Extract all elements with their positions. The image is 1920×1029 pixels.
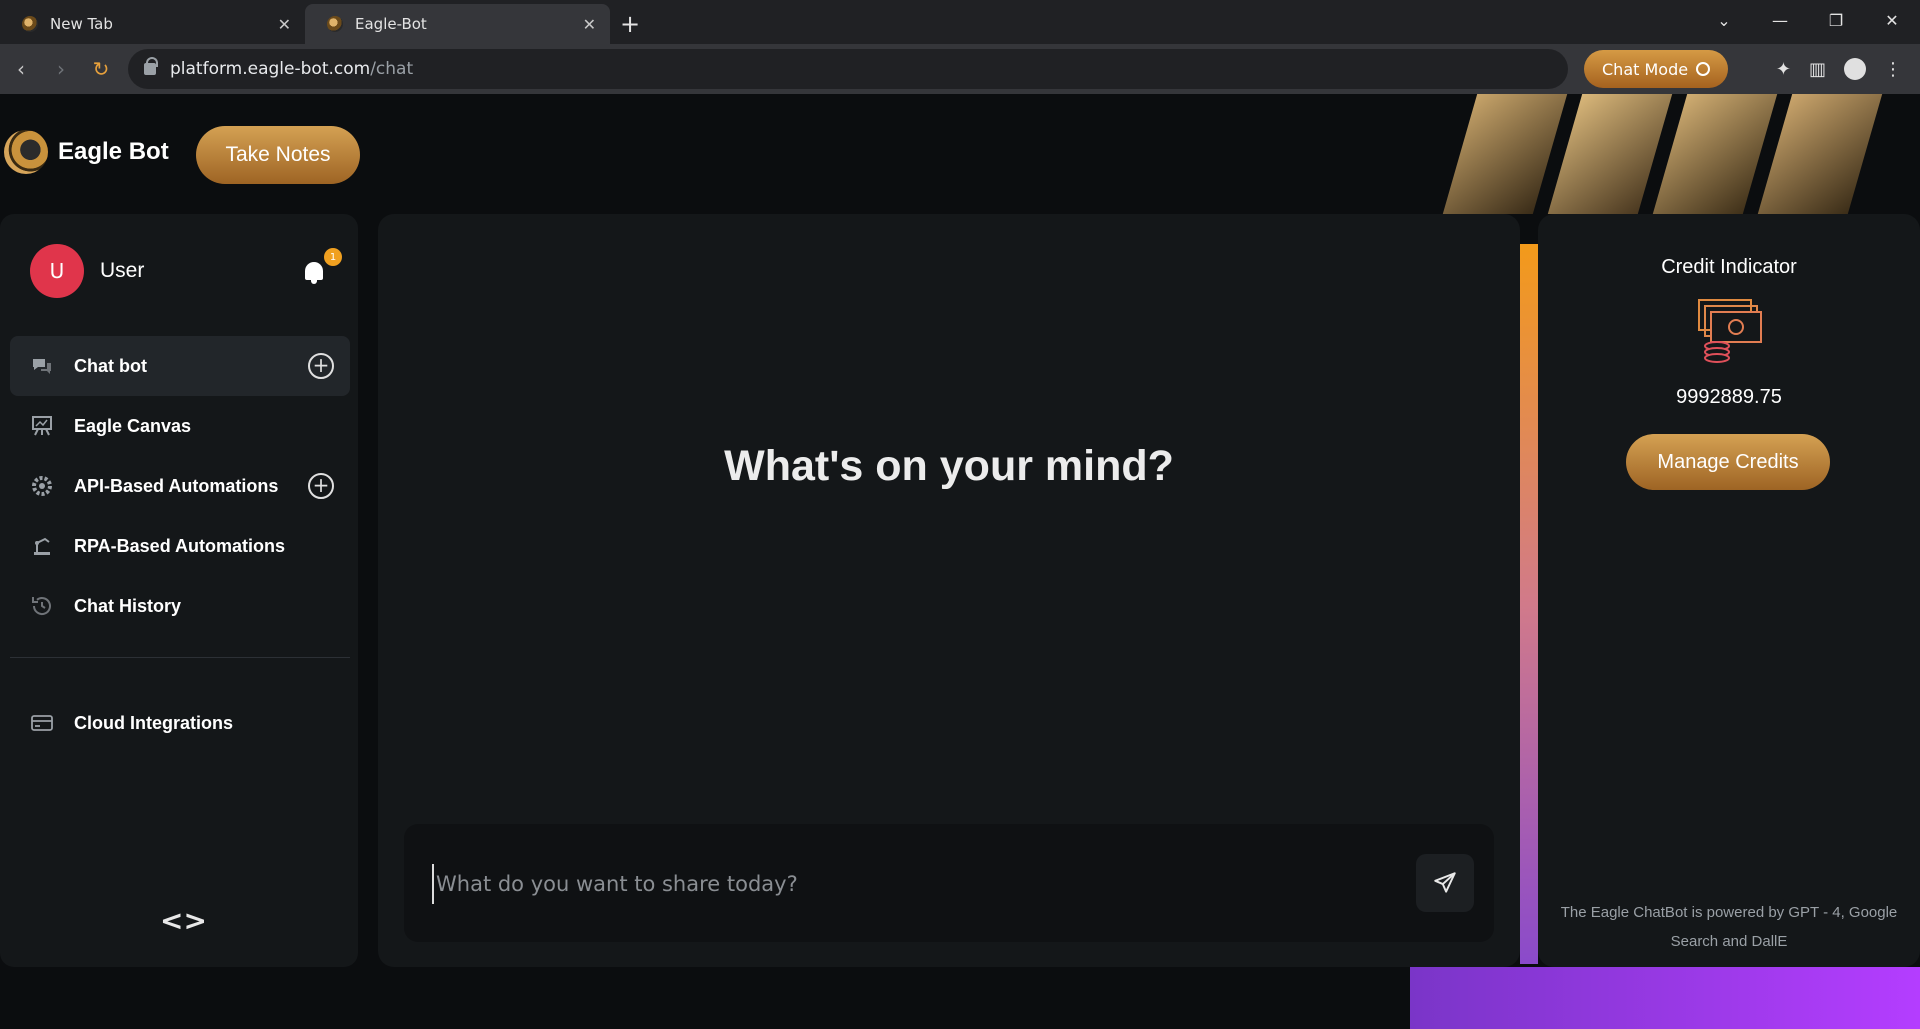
brand-name: Eagle Bot — [58, 138, 169, 165]
tab-title: New Tab — [50, 15, 113, 33]
notification-badge: 1 — [324, 248, 342, 266]
manage-credits-button[interactable]: Manage Credits — [1626, 434, 1830, 490]
chat-mode-button[interactable]: Chat Mode — [1584, 50, 1729, 88]
sidebar-item-label: RPA-Based Automations — [74, 535, 286, 556]
user-name: User — [100, 259, 145, 282]
tab-eagle-bot[interactable]: Eagle-Bot ✕ — [305, 4, 610, 44]
history-icon — [30, 594, 54, 618]
tab-new-tab[interactable]: New Tab ✕ — [0, 4, 305, 44]
new-tab-button[interactable]: + — [610, 4, 650, 44]
decor-stripe — [1442, 94, 1568, 214]
credit-panel: Credit Indicator 9992889.75 Manage Credi… — [1538, 214, 1920, 967]
robot-arm-icon — [30, 534, 54, 558]
sidebar-divider — [10, 657, 350, 658]
forward-icon[interactable]: › — [42, 50, 80, 88]
decor-bottom — [1410, 967, 1920, 1029]
decor-stripe — [1652, 94, 1778, 214]
sidebar-item-eagle-canvas[interactable]: Eagle Canvas — [10, 396, 350, 456]
sidebar-cloud-section: Cloud Integrations — [10, 693, 350, 753]
restore-icon[interactable]: ❐ — [1808, 0, 1864, 40]
sidebar-item-api-automations[interactable]: API-Based Automations + — [10, 456, 350, 516]
chat-mode-label: Chat Mode — [1602, 59, 1689, 79]
sidebar-item-label: Chat History — [74, 595, 182, 616]
tab-search-icon[interactable]: ⌄ — [1696, 0, 1752, 40]
powered-by-text: The Eagle ChatBot is powered by GPT - 4,… — [1560, 904, 1898, 950]
sidebar: U User 1 Chat bot + Eagle Canvas API-Bas… — [0, 214, 358, 967]
reload-icon[interactable]: ↻ — [82, 50, 120, 88]
kebab-menu-icon[interactable]: ⋮ — [1884, 59, 1902, 80]
sidebar-nav: Chat bot + Eagle Canvas API-Based Automa… — [10, 336, 350, 636]
page-title: What's on your mind? — [724, 442, 1174, 490]
chat-icon — [30, 354, 54, 378]
url-host: platform.eagle-bot.com — [170, 59, 371, 79]
minimize-icon[interactable]: — — [1752, 0, 1808, 40]
brand[interactable]: Eagle Bot — [4, 130, 169, 174]
message-composer — [404, 824, 1494, 942]
puzzle-icon[interactable]: ✦ — [1776, 59, 1791, 80]
close-tab-icon[interactable]: ✕ — [278, 15, 291, 34]
add-automation-button[interactable]: + — [308, 473, 334, 499]
sidebar-item-label: Eagle Canvas — [74, 415, 192, 436]
send-button[interactable] — [1416, 854, 1474, 912]
profile-icon[interactable] — [1844, 58, 1866, 80]
gear-icon — [30, 474, 54, 498]
sidebar-item-label: API-Based Automations — [74, 475, 279, 496]
extension-area: ✦ ▥ ⋮ — [1776, 58, 1920, 80]
eagle-logo-icon — [4, 130, 48, 174]
chat-mode-icon — [1696, 62, 1711, 76]
sidebar-item-label: Cloud Integrations — [74, 712, 233, 733]
collapse-sidebar-button[interactable]: <> — [160, 904, 207, 937]
side-panel-icon[interactable]: ▥ — [1809, 59, 1826, 80]
take-notes-button[interactable]: Take Notes — [196, 126, 360, 184]
credit-title: Credit Indicator — [1661, 256, 1797, 278]
send-icon — [1434, 872, 1456, 893]
message-input[interactable] — [432, 864, 1392, 904]
sidebar-item-label: Chat bot — [74, 355, 147, 376]
chat-panel: What's on your mind? — [378, 214, 1520, 967]
credit-value: 9992889.75 — [1676, 386, 1782, 408]
sidebar-item-cloud-integrations[interactable]: Cloud Integrations — [10, 693, 350, 753]
canvas-icon — [30, 414, 54, 438]
add-chat-button[interactable]: + — [308, 353, 334, 379]
eagle-favicon-icon — [327, 16, 343, 32]
browser-toolbar: ‹ › ↻ platform.eagle-bot.com/chat ⤴ ◈ Ch… — [0, 44, 1920, 917]
bell-icon[interactable] — [302, 260, 326, 286]
decor-edge — [1520, 244, 1538, 964]
app-area: Eagle Bot Take Notes U User 1 Chat bot + — [0, 94, 1920, 1029]
sidebar-item-rpa-automations[interactable]: RPA-Based Automations — [10, 516, 350, 576]
browser-tab-bar: New Tab ✕ Eagle-Bot ✕ + ⌄ — ❐ ✕ — [0, 0, 1920, 44]
address-bar[interactable]: platform.eagle-bot.com/chat ⤴ ◈ — [128, 49, 1920, 917]
sidebar-item-chat-history[interactable]: Chat History — [10, 576, 350, 636]
lock-icon — [144, 57, 158, 75]
back-icon[interactable]: ‹ — [2, 50, 40, 88]
url-path: /chat — [370, 59, 414, 79]
avatar: U — [30, 244, 84, 298]
chrome-favicon-icon — [22, 16, 38, 32]
close-tab-icon[interactable]: ✕ — [583, 15, 596, 34]
close-window-icon[interactable]: ✕ — [1864, 0, 1920, 40]
window-controls: ⌄ — ❐ ✕ — [1696, 0, 1920, 40]
money-icon — [1695, 296, 1765, 366]
decor-stripe — [1547, 94, 1673, 214]
user-profile[interactable]: U User — [30, 244, 144, 298]
card-icon — [30, 711, 54, 735]
sidebar-item-chat-bot[interactable]: Chat bot + — [10, 336, 350, 396]
decor-stripe — [1757, 94, 1883, 214]
tab-title: Eagle-Bot — [355, 15, 427, 33]
